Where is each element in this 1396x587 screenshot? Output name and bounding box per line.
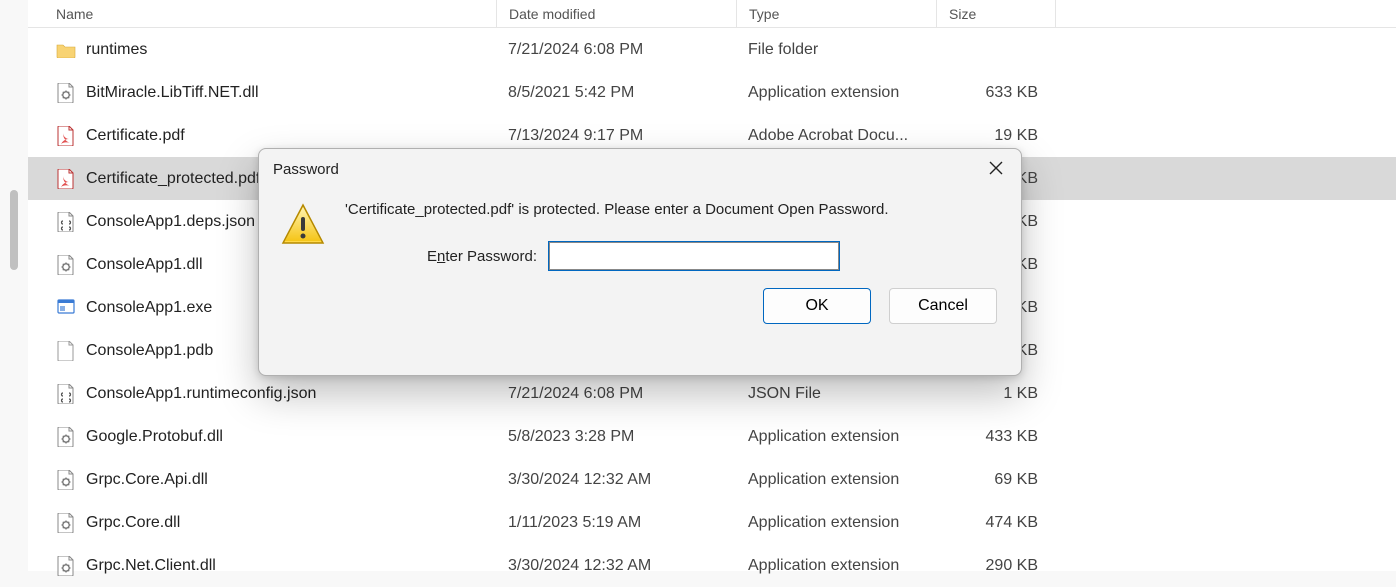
file-row[interactable]: Grpc.Net.Client.dll 3/30/2024 12:32 AMApp… xyxy=(28,544,1396,587)
file-type: Application extension xyxy=(736,557,936,575)
ok-button[interactable]: OK xyxy=(763,288,871,324)
pdf-icon xyxy=(56,169,76,189)
gear-icon xyxy=(56,513,76,533)
file-size: 290 KB xyxy=(936,557,1056,575)
close-icon xyxy=(989,159,1003,180)
file-type: JSON File xyxy=(736,385,936,403)
file-size: 69 KB xyxy=(936,471,1056,489)
file-date: 7/21/2024 6:08 PM xyxy=(496,41,736,59)
file-row[interactable]: ConsoleApp1.runtimeconfig.json 7/21/2024 … xyxy=(28,372,1396,415)
password-label: Enter Password: xyxy=(427,248,537,265)
column-header-row: Name Date modified Type Size xyxy=(28,0,1396,28)
script-icon xyxy=(56,384,76,404)
file-name: Certificate_protected.pdf xyxy=(86,170,260,188)
file-row[interactable]: Grpc.Core.Api.dll 3/30/2024 12:32 AMAppli… xyxy=(28,458,1396,501)
gear-icon xyxy=(56,556,76,576)
column-header-date[interactable]: Date modified xyxy=(496,0,736,27)
file-name: ConsoleApp1.deps.json xyxy=(86,213,255,231)
file-name: runtimes xyxy=(86,41,147,59)
script-icon xyxy=(56,212,76,232)
column-header-name[interactable]: Name xyxy=(56,6,496,22)
file-name: ConsoleApp1.pdb xyxy=(86,342,213,360)
file-size: 1 KB xyxy=(936,385,1056,403)
file-row[interactable]: BitMiracle.LibTiff.NET.dll 8/5/2021 5:42 … xyxy=(28,71,1396,114)
password-dialog: Password 'Certificate_protected.pdf' is … xyxy=(258,148,1022,376)
dialog-titlebar[interactable]: Password xyxy=(259,149,1021,189)
file-date: 5/8/2023 3:28 PM xyxy=(496,428,736,446)
file-name: Grpc.Core.Api.dll xyxy=(86,471,208,489)
password-field-row: Enter Password: xyxy=(345,242,1001,270)
dialog-content: 'Certificate_protected.pdf' is protected… xyxy=(345,201,1001,270)
file-row[interactable]: runtimes 7/21/2024 6:08 PMFile folder xyxy=(28,28,1396,71)
close-button[interactable] xyxy=(981,155,1011,183)
column-header-type[interactable]: Type xyxy=(736,0,936,27)
gear-icon xyxy=(56,470,76,490)
file-type: Application extension xyxy=(736,84,936,102)
file-name: ConsoleApp1.exe xyxy=(86,299,212,317)
warning-icon xyxy=(279,201,327,249)
file-type: Application extension xyxy=(736,514,936,532)
file-size: 433 KB xyxy=(936,428,1056,446)
file-name: Certificate.pdf xyxy=(86,127,185,145)
file-date: 8/5/2021 5:42 PM xyxy=(496,84,736,102)
file-size: 633 KB xyxy=(936,84,1056,102)
gear-icon xyxy=(56,83,76,103)
file-name: Grpc.Core.dll xyxy=(86,514,180,532)
dialog-title: Password xyxy=(273,161,339,178)
folder-icon xyxy=(56,40,76,60)
file-date: 1/11/2023 5:19 AM xyxy=(496,514,736,532)
cancel-button[interactable]: Cancel xyxy=(889,288,997,324)
file-name: ConsoleApp1.dll xyxy=(86,256,203,274)
file-type: Application extension xyxy=(736,471,936,489)
dialog-body: 'Certificate_protected.pdf' is protected… xyxy=(259,189,1021,274)
column-header-size[interactable]: Size xyxy=(936,0,1056,27)
file-row[interactable]: Grpc.Core.dll 1/11/2023 5:19 AMApplicatio… xyxy=(28,501,1396,544)
file-name: ConsoleApp1.runtimeconfig.json xyxy=(86,385,316,403)
file-date: 7/21/2024 6:08 PM xyxy=(496,385,736,403)
dialog-button-row: OK Cancel xyxy=(259,274,1021,340)
file-date: 7/13/2024 9:17 PM xyxy=(496,127,736,145)
blank-icon xyxy=(56,341,76,361)
exe-icon xyxy=(56,298,76,318)
file-type: Adobe Acrobat Docu... xyxy=(736,127,936,145)
file-date: 3/30/2024 12:32 AM xyxy=(496,471,736,489)
gear-icon xyxy=(56,427,76,447)
file-name: Google.Protobuf.dll xyxy=(86,428,223,446)
file-type: Application extension xyxy=(736,428,936,446)
scrollbar-thumb[interactable] xyxy=(10,190,18,270)
file-type: File folder xyxy=(736,41,936,59)
file-name: Grpc.Net.Client.dll xyxy=(86,557,216,575)
file-row[interactable]: Google.Protobuf.dll 5/8/2023 3:28 PMAppli… xyxy=(28,415,1396,458)
file-size: 474 KB xyxy=(936,514,1056,532)
gear-icon xyxy=(56,255,76,275)
file-date: 3/30/2024 12:32 AM xyxy=(496,557,736,575)
file-name: BitMiracle.LibTiff.NET.dll xyxy=(86,84,259,102)
password-input[interactable] xyxy=(549,242,839,270)
file-size: 19 KB xyxy=(936,127,1056,145)
dialog-message: 'Certificate_protected.pdf' is protected… xyxy=(345,201,1001,218)
pdf-icon xyxy=(56,126,76,146)
